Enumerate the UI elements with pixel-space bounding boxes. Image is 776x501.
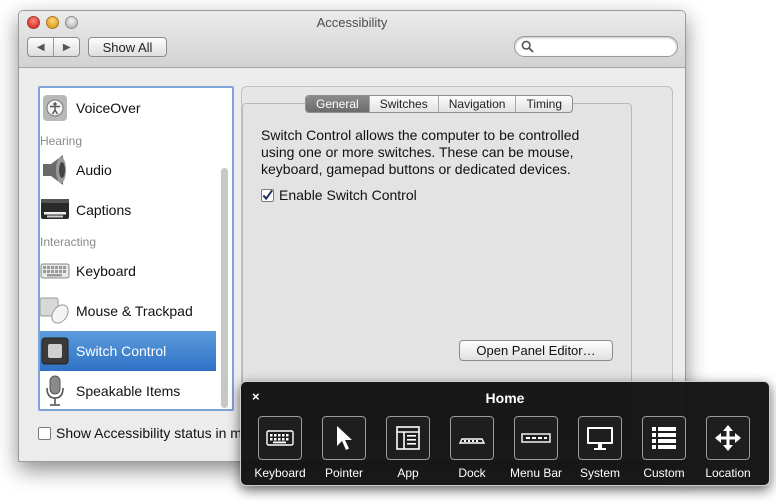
back-button[interactable]: ◀ <box>28 38 53 56</box>
sidebar-item-audio[interactable]: Audio <box>40 150 216 190</box>
captions-icon <box>40 195 70 225</box>
tab-switches[interactable]: Switches <box>368 96 438 112</box>
panel-button-dock[interactable]: Dock <box>442 416 502 480</box>
tab-general[interactable]: General <box>306 96 369 112</box>
panel-button-system[interactable]: System <box>570 416 630 480</box>
show-status-checkbox[interactable] <box>38 426 51 440</box>
panel-button-custom[interactable]: Custom <box>634 416 694 480</box>
enable-switch-control-checkbox[interactable] <box>261 188 274 202</box>
search-icon <box>521 40 534 58</box>
switch-control-description: Switch Control allows the computer to be… <box>261 127 580 177</box>
voiceover-icon <box>40 93 70 123</box>
move-arrows-icon <box>715 425 741 451</box>
panel-title: Home <box>485 390 525 406</box>
show-status-label: Show Accessibility status in m <box>56 425 242 441</box>
panel-button-location[interactable]: Location <box>698 416 758 480</box>
menu-bar-icon <box>521 433 551 443</box>
panel-button-label: Menu Bar <box>509 466 563 480</box>
title-bar: Accessibility ◀ ▶ Show All <box>19 11 685 68</box>
section-header-hearing: Hearing <box>40 134 83 148</box>
keyboard-icon <box>266 430 294 446</box>
panel-button-pointer[interactable]: Pointer <box>314 416 374 480</box>
sidebar-item-label: Speakable Items <box>76 383 181 399</box>
tab-bar: General Switches Navigation Timing <box>305 95 573 113</box>
sidebar-item-label: VoiceOver <box>76 100 141 116</box>
screen: Accessibility ◀ ▶ Show All VoiceOver Hea… <box>0 0 776 501</box>
panel-button-label: Custom <box>643 466 685 480</box>
panel-button-label: Pointer <box>324 466 364 480</box>
dock-icon <box>458 438 486 444</box>
panel-button-label: System <box>579 466 620 480</box>
enable-switch-control-row[interactable]: Enable Switch Control <box>261 187 417 203</box>
microphone-icon <box>40 375 70 406</box>
sidebar-item-keyboard[interactable]: Keyboard <box>40 251 216 291</box>
search-field[interactable] <box>514 36 678 57</box>
panel-button-menu-bar[interactable]: Menu Bar <box>506 416 566 480</box>
switch-control-icon <box>40 336 70 366</box>
panel-button-keyboard[interactable]: Keyboard <box>250 416 310 480</box>
category-list[interactable]: VoiceOver Hearing Audio Captions Interac… <box>38 86 234 411</box>
forward-button[interactable]: ▶ <box>53 38 79 56</box>
mouse-icon <box>40 296 70 326</box>
open-panel-editor-button[interactable]: Open Panel Editor… <box>459 340 613 361</box>
display-icon <box>587 427 613 450</box>
window-title: Accessibility <box>316 15 388 30</box>
sidebar-item-mouse-trackpad[interactable]: Mouse & Trackpad <box>40 291 216 331</box>
panel-button-app[interactable]: App <box>378 416 438 480</box>
list-icon <box>652 427 676 449</box>
sidebar-item-label: Captions <box>76 202 132 218</box>
panel-button-label: Dock <box>458 466 486 480</box>
sidebar-item-switch-control[interactable]: Switch Control <box>40 331 216 371</box>
panel-button-label: Location <box>705 466 751 480</box>
sidebar-item-label: Audio <box>76 162 112 178</box>
sidebar-item-label: Switch Control <box>76 343 167 359</box>
speaker-icon <box>40 155 70 185</box>
back-forward-group: ◀ ▶ <box>27 37 80 57</box>
sidebar-item-label: Mouse & Trackpad <box>76 303 193 319</box>
section-header-interacting: Interacting <box>40 235 97 249</box>
tab-timing[interactable]: Timing <box>515 96 572 112</box>
sidebar-item-label: Keyboard <box>76 263 136 279</box>
tab-navigation[interactable]: Navigation <box>437 96 516 112</box>
enable-switch-control-label: Enable Switch Control <box>279 187 417 203</box>
keyboard-icon <box>40 256 70 286</box>
switch-control-home-panel: × Home Keyboard Pointer App Dock Menu Ba… <box>240 381 770 486</box>
panel-button-label: App <box>397 466 419 480</box>
panel-button-label: Keyboard <box>254 466 306 480</box>
sidebar-item-speakable-items[interactable]: Speakable Items <box>40 371 216 409</box>
pointer-icon <box>337 426 352 450</box>
sidebar-item-captions[interactable]: Captions <box>40 190 216 230</box>
sidebar-scrollbar[interactable] <box>221 168 228 408</box>
sidebar-item-voiceover[interactable]: VoiceOver <box>40 88 216 128</box>
show-all-button[interactable]: Show All <box>88 37 167 57</box>
app-icon <box>396 426 420 450</box>
checkmark-icon <box>262 189 273 201</box>
show-status-row[interactable]: Show Accessibility status in m <box>38 425 242 441</box>
